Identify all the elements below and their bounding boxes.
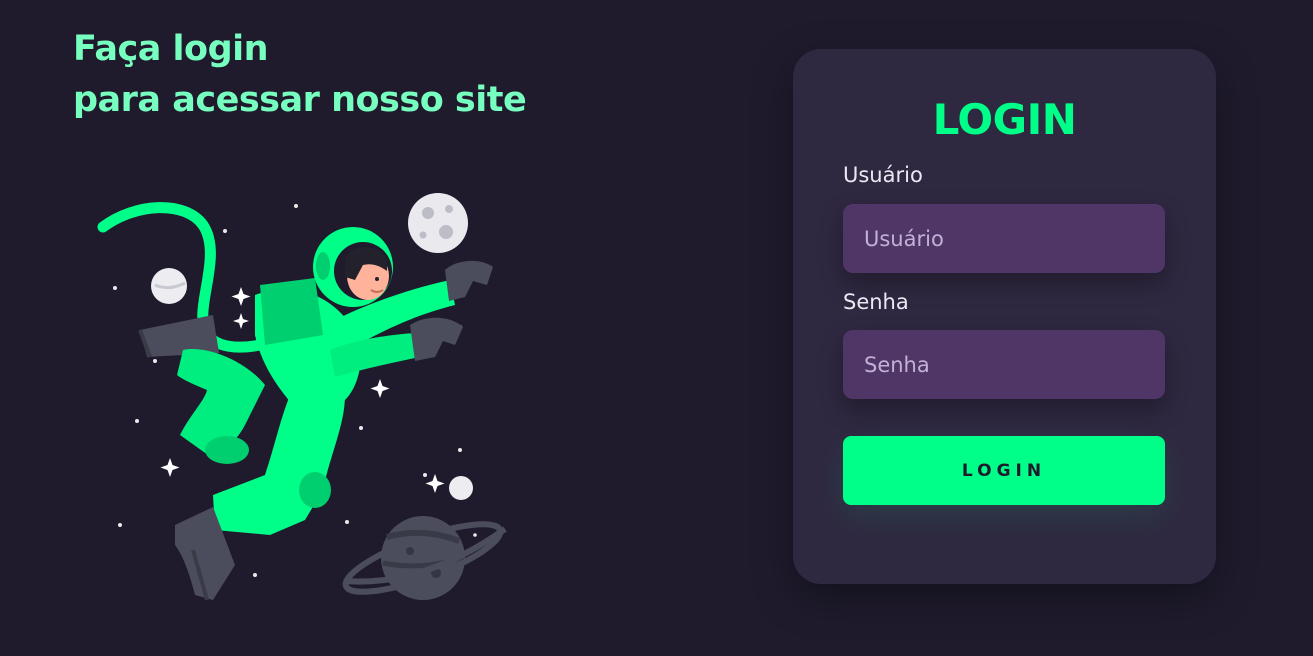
password-label: Senha	[843, 290, 909, 314]
login-button[interactable]: LOGIN	[843, 436, 1165, 505]
moon-tiny-decoration	[449, 476, 473, 500]
moon-small-decoration	[151, 268, 187, 304]
login-card: LOGIN Usuário Senha LOGIN	[793, 49, 1216, 584]
password-input[interactable]	[843, 330, 1165, 399]
planet-decoration	[342, 516, 507, 600]
moon-large-decoration	[408, 193, 468, 253]
username-input[interactable]	[843, 204, 1165, 273]
astronaut-illustration	[97, 193, 507, 601]
page-headline: Faça login para acessar nosso site	[73, 24, 527, 126]
headline-line-1: Faça login	[73, 29, 269, 69]
username-label: Usuário	[843, 163, 923, 187]
headline-line-2: para acessar nosso site	[73, 80, 527, 120]
login-title: LOGIN	[932, 95, 1077, 144]
